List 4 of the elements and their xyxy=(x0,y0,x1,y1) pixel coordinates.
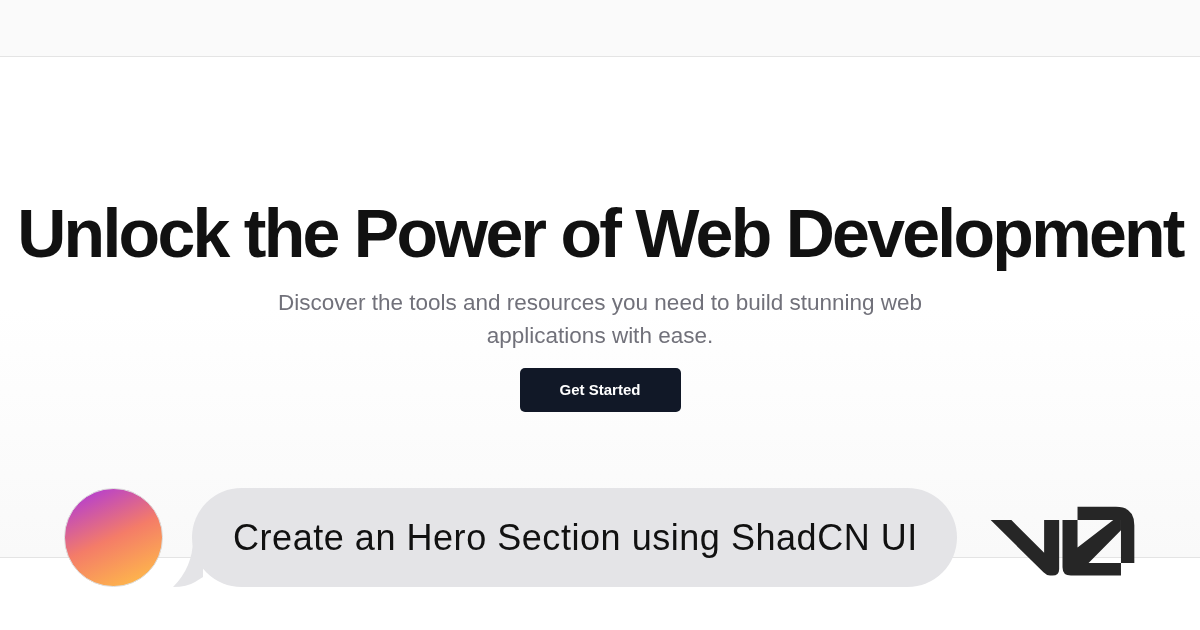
logo-icon xyxy=(990,505,1135,576)
get-started-button[interactable]: Get Started xyxy=(519,368,681,412)
chat-message: Create an Hero Section using ShadCN UI xyxy=(233,517,918,558)
hero-description: Discover the tools and resources you need to build stunning web applications with ease. xyxy=(276,289,924,350)
